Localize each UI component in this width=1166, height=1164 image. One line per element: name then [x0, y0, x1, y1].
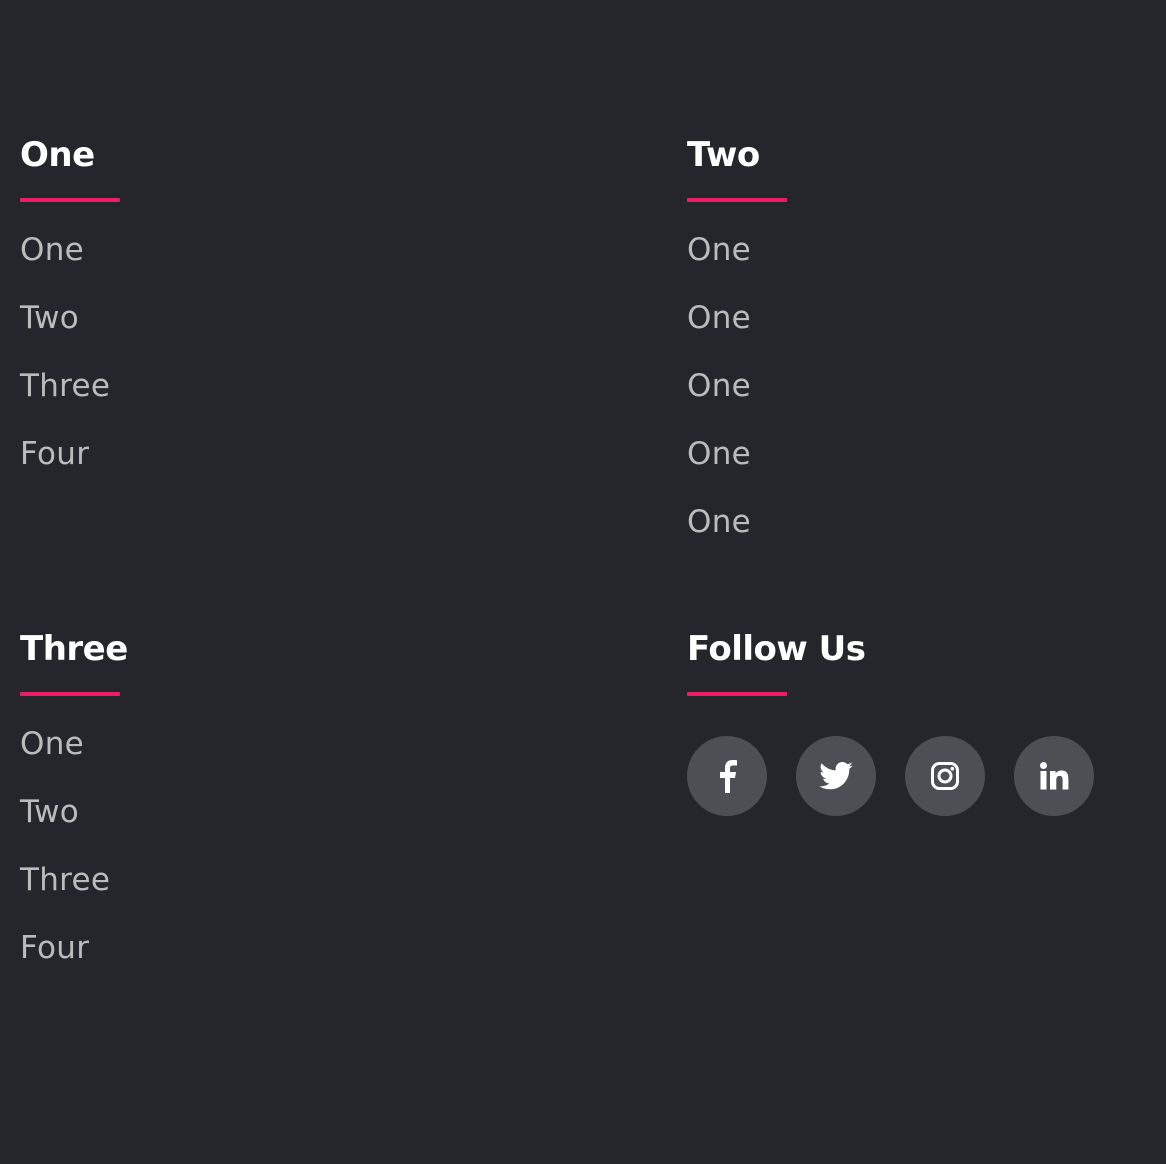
link-list: One Two Three Four	[20, 729, 480, 1006]
list-item: Two	[20, 797, 480, 870]
list-item: Two	[20, 303, 480, 376]
title-underline	[687, 692, 787, 696]
linkedin-button[interactable]	[1014, 736, 1094, 816]
list-item: Four	[20, 439, 480, 512]
footer-link[interactable]: One	[687, 371, 751, 402]
list-item: One	[687, 235, 1147, 308]
footer-link[interactable]: One	[20, 729, 84, 760]
list-item: One	[687, 371, 1147, 444]
link-list: One One One One One	[687, 235, 1147, 580]
instagram-button[interactable]	[905, 736, 985, 816]
footer-link[interactable]: One	[687, 303, 751, 334]
column-title: Three	[20, 629, 128, 669]
list-item: One	[687, 507, 1147, 580]
footer-link[interactable]: One	[687, 235, 751, 266]
twitter-icon	[819, 762, 853, 790]
footer-link[interactable]: Four	[20, 439, 89, 470]
list-item: Three	[20, 865, 480, 938]
footer-link[interactable]: Three	[20, 371, 110, 402]
column-title: One	[20, 135, 95, 175]
footer-link[interactable]: One	[687, 439, 751, 470]
footer-column-two: Two One One One One One	[687, 130, 1147, 580]
footer-link[interactable]: Two	[20, 303, 79, 334]
twitter-button[interactable]	[796, 736, 876, 816]
linkedin-icon	[1040, 762, 1069, 790]
footer-link[interactable]: Three	[20, 865, 110, 896]
column-title: Two	[687, 135, 760, 175]
link-list: One Two Three Four	[20, 235, 480, 512]
footer-link[interactable]: One	[20, 235, 84, 266]
list-item: One	[687, 303, 1147, 376]
facebook-button[interactable]	[687, 736, 767, 816]
follow-title: Follow Us	[687, 629, 866, 669]
title-underline	[20, 692, 120, 696]
instagram-icon	[931, 762, 959, 790]
facebook-icon	[720, 760, 737, 793]
site-footer: One One Two Three Four Two One One One O…	[0, 0, 1166, 1164]
footer-column-three: Three One Two Three Four	[20, 624, 480, 1006]
list-item: One	[687, 439, 1147, 512]
title-underline	[687, 198, 787, 202]
list-item: Four	[20, 933, 480, 1006]
list-item: Three	[20, 371, 480, 444]
footer-link[interactable]: One	[687, 507, 751, 538]
footer-column-one: One One Two Three Four	[20, 130, 480, 512]
list-item: One	[20, 729, 480, 802]
footer-link[interactable]: Four	[20, 933, 89, 964]
title-underline	[20, 198, 120, 202]
footer-column-follow: Follow Us	[687, 624, 1147, 816]
list-item: One	[20, 235, 480, 308]
social-links	[687, 736, 1147, 816]
footer-link[interactable]: Two	[20, 797, 79, 828]
